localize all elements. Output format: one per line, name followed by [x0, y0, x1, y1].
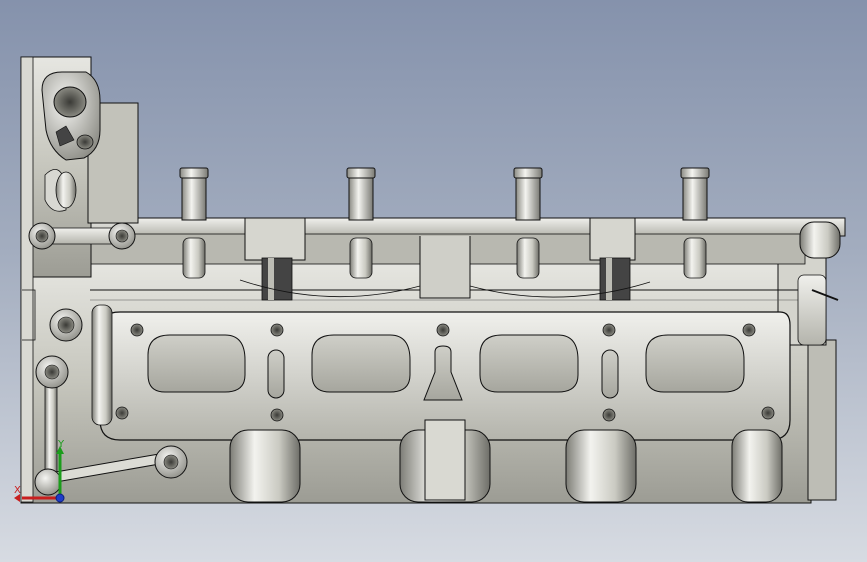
intake-port — [479, 334, 579, 393]
cylinder-head-model[interactable] — [0, 0, 867, 562]
intake-port — [147, 334, 246, 393]
cam-bolt — [680, 167, 710, 221]
intake-port — [645, 334, 745, 393]
right-end — [797, 221, 841, 346]
triad-y-label: Y — [58, 439, 65, 450]
cam-bolt — [513, 167, 543, 221]
triad-x-label: X — [14, 485, 21, 496]
z-axis-dot — [55, 493, 65, 503]
graphics-viewport[interactable]: X Y — [0, 0, 867, 562]
cam-bolt — [346, 167, 376, 221]
cam-bolts — [179, 167, 710, 221]
intake-port — [311, 334, 411, 393]
cam-bolt — [179, 167, 209, 221]
